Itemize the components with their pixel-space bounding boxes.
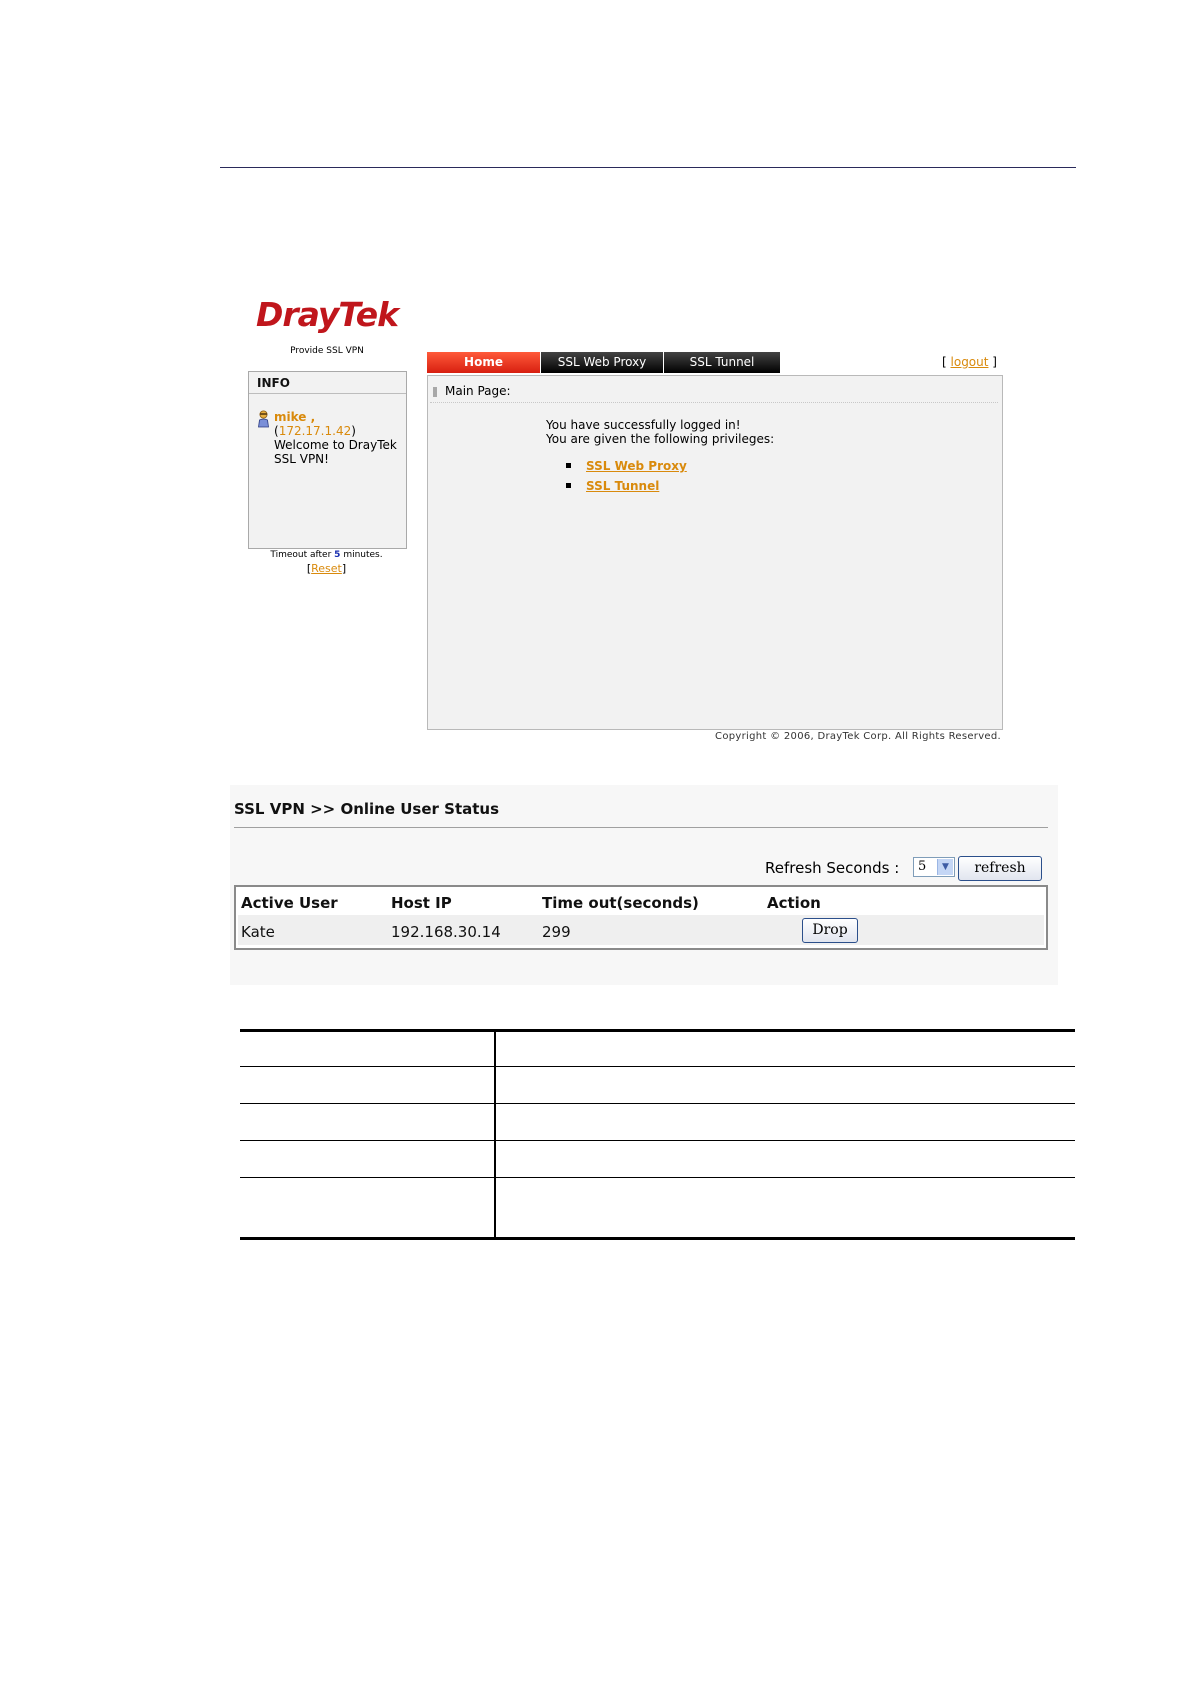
- info-heading: INFO: [249, 372, 406, 394]
- table-rule: [240, 1103, 1075, 1104]
- user-icon: [258, 410, 269, 428]
- info-panel: INFO mike , (172.17.1.42) Welcome to Dra…: [248, 371, 407, 549]
- timeout-text: Timeout after 5 minutes.: [248, 550, 405, 560]
- timeout-prefix: Timeout after: [270, 550, 332, 560]
- ip-close-paren: ): [351, 424, 356, 438]
- table-rule-bottom: [240, 1237, 1075, 1240]
- main-title: Main Page:: [445, 384, 511, 398]
- login-success-text: You have successfully logged in!: [546, 418, 741, 432]
- refresh-button[interactable]: refresh: [958, 856, 1042, 881]
- bullet-icon: [566, 463, 571, 468]
- cell-host-ip: 192.168.30.14: [391, 923, 501, 941]
- table-column-divider: [494, 1031, 496, 1239]
- copyright: Copyright © 2006, DrayTek Corp. All Righ…: [715, 731, 1001, 742]
- header-rule: [220, 167, 1076, 168]
- user-ip: (172.17.1.42): [274, 424, 356, 438]
- privileges-intro: You are given the following privileges:: [546, 432, 775, 446]
- title-marker: [433, 387, 437, 397]
- col-active-user: Active User: [241, 894, 338, 912]
- logout-link[interactable]: logout: [951, 355, 989, 369]
- reset-link[interactable]: Reset: [311, 562, 342, 575]
- logout-line: [ logout ]: [942, 355, 997, 369]
- drop-button[interactable]: Drop: [802, 918, 858, 943]
- tagline: Provide SSL VPN: [290, 346, 364, 356]
- logout-close: ]: [992, 355, 997, 369]
- table-rule: [240, 1140, 1075, 1141]
- online-user-table: Active User Host IP Time out(seconds) Ac…: [234, 885, 1048, 950]
- ssl-web-proxy-link[interactable]: SSL Web Proxy: [586, 459, 687, 473]
- col-host-ip: Host IP: [391, 894, 452, 912]
- tab-home[interactable]: Home: [427, 352, 540, 373]
- logout-open: [: [942, 355, 947, 369]
- bullet-icon: [566, 483, 571, 488]
- main-panel: Main Page: You have successfully logged …: [427, 375, 1003, 730]
- welcome-text: Welcome to DrayTek SSL VPN!: [274, 438, 397, 466]
- user-name: mike ,: [274, 410, 316, 424]
- table-rule-top: [240, 1029, 1075, 1032]
- reset-close: ]: [341, 562, 347, 575]
- table-rule: [240, 1066, 1075, 1067]
- timeout-suffix: minutes.: [343, 550, 383, 560]
- login-message: You have successfully logged in! You are…: [546, 418, 774, 446]
- ssl-tunnel-link[interactable]: SSL Tunnel: [586, 479, 659, 493]
- cell-timeout: 299: [542, 923, 571, 941]
- page-title: SSL VPN >> Online User Status: [234, 800, 500, 818]
- online-user-status-panel: SSL VPN >> Online User Status Refresh Se…: [230, 785, 1058, 985]
- timeout-minutes: 5: [334, 550, 341, 560]
- chevron-down-icon[interactable]: ▼: [937, 859, 953, 875]
- table-row: [238, 915, 1044, 945]
- refresh-seconds-label: Refresh Seconds :: [765, 859, 900, 877]
- reset-line: [Reset]: [248, 562, 405, 575]
- col-action: Action: [767, 894, 821, 912]
- main-title-bar: Main Page:: [430, 380, 998, 403]
- draytek-logo: DrayTek: [256, 295, 399, 334]
- col-timeout: Time out(seconds): [542, 894, 699, 912]
- table-rule: [240, 1177, 1075, 1178]
- title-rule: [234, 827, 1048, 828]
- tab-ssl-tunnel[interactable]: SSL Tunnel: [664, 352, 780, 373]
- ip-address: 172.17.1.42: [278, 424, 352, 438]
- tab-ssl-web-proxy[interactable]: SSL Web Proxy: [541, 352, 663, 373]
- refresh-seconds-value: 5: [918, 859, 927, 874]
- refresh-seconds-select[interactable]: 5 ▼: [913, 857, 955, 877]
- cell-active-user: Kate: [241, 923, 275, 941]
